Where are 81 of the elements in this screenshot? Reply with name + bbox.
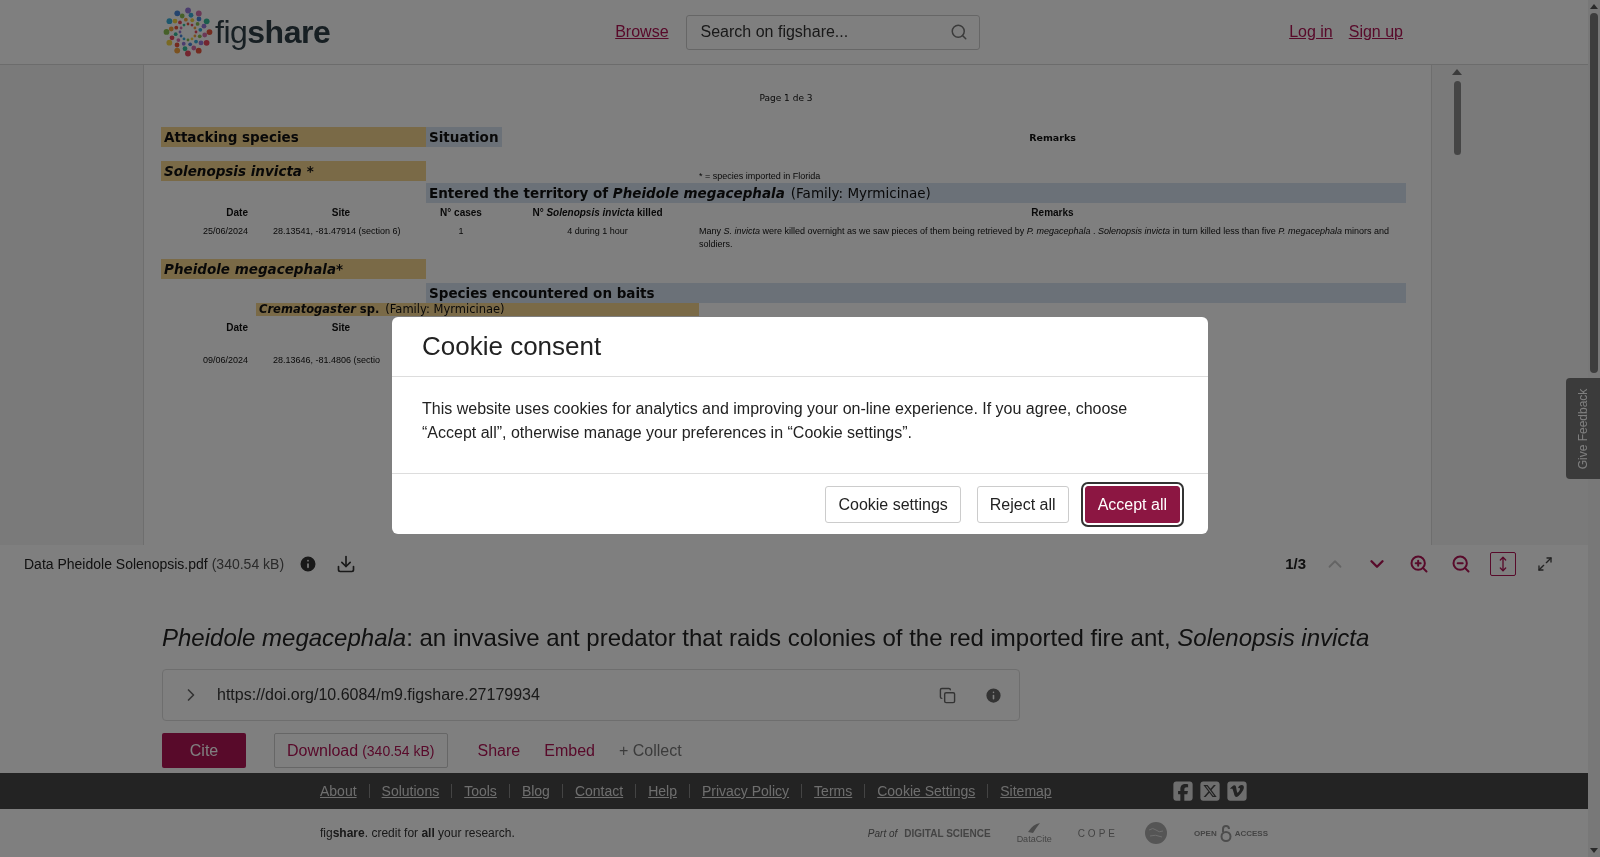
item-title: Pheidole megacephala: an invasive ant predator that raids colonies of the red imported fire ant, Solenopsis invicta [162,624,1371,652]
table-cell-text: 1 [457,224,465,238]
action-link[interactable]: Share [465,733,533,768]
browse-link[interactable]: Browse [615,23,669,41]
situation-heading: Situation [426,127,502,147]
action-link[interactable]: Embed [532,733,607,768]
table-cell-text: 25/06/2024 [201,224,249,238]
footer-link[interactable]: Contact [561,784,636,798]
fit-height-button[interactable] [1490,551,1516,576]
column-header: Remarks [1030,206,1075,220]
vimeo-icon[interactable] [1226,780,1248,802]
species-heading: Attacking species [161,127,426,147]
dialog-text: This website uses cookies for analytics and improving your on-line experience. If you agree, choose “Accept all”, otherwise manage your preferences in “Cookie settings”. [422,399,1129,443]
feedback-tab[interactable]: Give Feedback [1566,378,1600,479]
page-indicator: 1/3 [1285,555,1306,572]
species-heading: Crematogaster sp. (Family: Myrmicinae) [256,303,699,317]
copy-icon[interactable] [939,686,956,704]
scroll-up-icon[interactable] [1590,4,1598,9]
table-cell-text: 09/06/2024 [201,353,249,367]
section-heading: Species encountered on baits [426,283,1406,304]
remarks-heading: Remarks [1028,131,1077,143]
table-cell-text: Many S. invicta were killed overnight as we saw pieces of them being retrieved by P. megacephala . Solenopsis invicta in turn killed less than five P. megacephala minors and soldiers. [699,224,1391,252]
cite-button[interactable]: Cite [162,733,246,768]
logo-text[interactable]: figshare [215,13,331,51]
table-cell-text: 28.13646, -81.4806 (sectio [272,353,382,367]
file-name: Data Pheidole Solenopsis.pdf [24,555,208,572]
footer-link[interactable]: Blog [508,784,562,798]
dialog-button[interactable]: Cookie settings [825,486,961,523]
dialog-title: Cookie consent [422,331,603,362]
page-label: Page 1 de 3 [758,93,814,103]
search-icon[interactable] [949,22,968,41]
footnote: * = species imported in Florida [699,170,822,181]
footer-link[interactable]: Tools [451,784,509,798]
partner-logo-text: COPE [1077,827,1118,839]
doi-link[interactable]: https://doi.org/10.6084/m9.figshare.27179934 [217,686,911,704]
footer-link[interactable]: Help [635,784,689,798]
open-lock-icon [1219,824,1232,842]
download-button[interactable]: Download (340.54 kB) [274,733,448,768]
file-size: (340.54 kB) [211,555,285,572]
footer-link[interactable]: Terms [801,784,865,798]
column-header: Site [330,206,352,220]
section-heading: Entered the territory of Pheidole megacephala (Family: Myrmicinae) [426,183,1406,203]
column-header: N° cases [439,206,483,220]
account-link[interactable]: Sign up [1348,23,1403,41]
facebook-icon[interactable] [1172,780,1194,802]
download-icon[interactable] [336,553,357,574]
bird-icon [1027,822,1042,834]
dialog-button[interactable]: Reject all [976,486,1069,523]
logo-icon [163,7,213,57]
footer-link[interactable]: About [320,784,369,798]
account-link[interactable]: Log in [1289,23,1333,41]
footer-link[interactable]: Solutions [368,784,452,798]
footer-link[interactable]: Privacy Policy [688,784,802,798]
collect-button[interactable]: + Collect [606,733,694,768]
footer-link[interactable]: Cookie Settings [864,784,988,798]
column-header: Site [330,321,352,336]
scroll-up-icon[interactable] [1452,69,1462,75]
table-cell-text: 28.13541, -81.47914 (section 6) [272,224,402,238]
info-icon[interactable] [984,685,1003,705]
zoom-in-icon [1409,553,1429,574]
partner-logo-text: DIGITAL SCIENCE [904,827,991,839]
search-field[interactable]: Search on figshare... [685,14,980,50]
partner-label: Part of [867,827,898,839]
column-header: Date [225,321,249,336]
scroll-thumb[interactable] [1453,81,1461,155]
footer-link[interactable]: Sitemap [987,784,1064,798]
info-icon[interactable] [298,553,319,574]
x-icon[interactable] [1199,780,1221,802]
expand-icon [1537,555,1553,572]
globe-icon [1144,821,1168,845]
partner-logo-text: OPEN [1194,828,1217,838]
tagline: figshare. credit for all your research. [320,826,515,840]
partner-logo-text: ACCESS [1234,828,1268,838]
species-heading: Pheidole megacephala* [161,259,426,280]
scroll-thumb[interactable] [1590,13,1598,373]
zoom-out-icon [1451,553,1471,574]
species-heading: Solenopsis invicta * [161,161,426,181]
column-header: N° Solenopsis invicta killed [531,206,664,220]
table-cell-text: 4 during 1 hour [566,224,629,238]
scroll-down-icon[interactable] [1590,848,1598,853]
column-header: Date [225,206,249,220]
